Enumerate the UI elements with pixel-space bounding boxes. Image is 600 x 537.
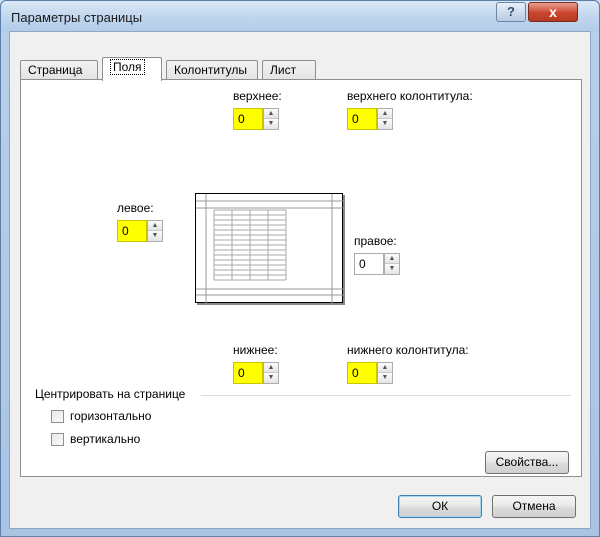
close-button[interactable]: x [528,2,578,22]
help-button[interactable]: ? [496,2,526,22]
header-margin-up-icon[interactable]: ▲ [378,109,392,119]
top-margin-spinner: 0 ▲ ▼ [233,108,281,130]
top-margin-input[interactable]: 0 [233,108,263,130]
footer-margin-down-icon[interactable]: ▼ [378,373,392,383]
center-on-page-group-label: Центрировать на странице [35,387,186,401]
tab-header-footer[interactable]: Колонтитулы [166,60,258,80]
right-margin-spinner: 0 ▲ ▼ [354,253,402,275]
left-margin-spin-buttons: ▲ ▼ [147,220,163,242]
tab-sheet[interactable]: Лист [262,60,316,80]
close-icon: x [549,4,557,20]
dialog-body: Страница Поля Колонтитулы Лист верхнее: … [9,31,591,529]
header-margin-input[interactable]: 0 [347,108,377,130]
dialog-title: Параметры страницы [11,10,143,25]
tab-header-footer-label: Колонтитулы [174,63,248,77]
center-horizontally-label[interactable]: горизонтально [70,409,151,423]
header-margin-label: верхнего колонтитула: [347,89,473,103]
right-margin-down-icon[interactable]: ▼ [385,264,399,274]
page-setup-dialog: Параметры страницы ? x Страница Поля Кол… [0,0,600,537]
footer-margin-spinner: 0 ▲ ▼ [347,362,395,384]
top-margin-label: верхнее: [233,89,282,103]
header-margin-down-icon[interactable]: ▼ [378,119,392,129]
footer-margin-label: нижнего колонтитула: [347,343,469,357]
ok-button[interactable]: ОК [398,495,482,518]
group-divider [201,395,571,396]
bottom-margin-spinner: 0 ▲ ▼ [233,362,281,384]
footer-margin-spin-buttons: ▲ ▼ [377,362,393,384]
left-margin-spinner: 0 ▲ ▼ [117,220,165,242]
top-margin-up-icon[interactable]: ▲ [264,109,278,119]
tab-sheet-label: Лист [270,63,297,77]
tab-page[interactable]: Страница [20,60,98,80]
header-margin-spin-buttons: ▲ ▼ [377,108,393,130]
bottom-margin-down-icon[interactable]: ▼ [264,373,278,383]
cancel-button[interactable]: Отмена [492,495,576,518]
margins-panel: верхнее: 0 ▲ ▼ верхнего колонтитула: 0 ▲… [20,79,582,477]
left-margin-down-icon[interactable]: ▼ [148,231,162,241]
right-margin-up-icon[interactable]: ▲ [385,254,399,264]
bottom-margin-up-icon[interactable]: ▲ [264,363,278,373]
center-vertically-label[interactable]: вертикально [70,432,140,446]
page-preview-image [196,194,344,304]
bottom-margin-spin-buttons: ▲ ▼ [263,362,279,384]
center-horizontally-checkbox[interactable] [51,410,64,423]
header-margin-spinner: 0 ▲ ▼ [347,108,395,130]
tab-page-label: Страница [28,63,83,77]
center-vertically-checkbox[interactable] [51,433,64,446]
help-icon: ? [507,4,515,19]
right-margin-label: правое: [354,234,397,248]
left-margin-label: левое: [117,201,154,215]
page-preview [195,193,344,304]
top-margin-spin-buttons: ▲ ▼ [263,108,279,130]
title-bar[interactable]: Параметры страницы ? x [1,1,599,31]
bottom-margin-input[interactable]: 0 [233,362,263,384]
right-margin-input[interactable]: 0 [354,253,384,275]
left-margin-up-icon[interactable]: ▲ [148,221,162,231]
left-margin-input[interactable]: 0 [117,220,147,242]
tab-margins-label: Поля [110,59,145,75]
footer-margin-up-icon[interactable]: ▲ [378,363,392,373]
top-margin-down-icon[interactable]: ▼ [264,119,278,129]
bottom-margin-label: нижнее: [233,343,278,357]
right-margin-spin-buttons: ▲ ▼ [384,253,400,275]
footer-margin-input[interactable]: 0 [347,362,377,384]
properties-button[interactable]: Свойства... [485,451,569,474]
tab-margins[interactable]: Поля [102,57,162,81]
